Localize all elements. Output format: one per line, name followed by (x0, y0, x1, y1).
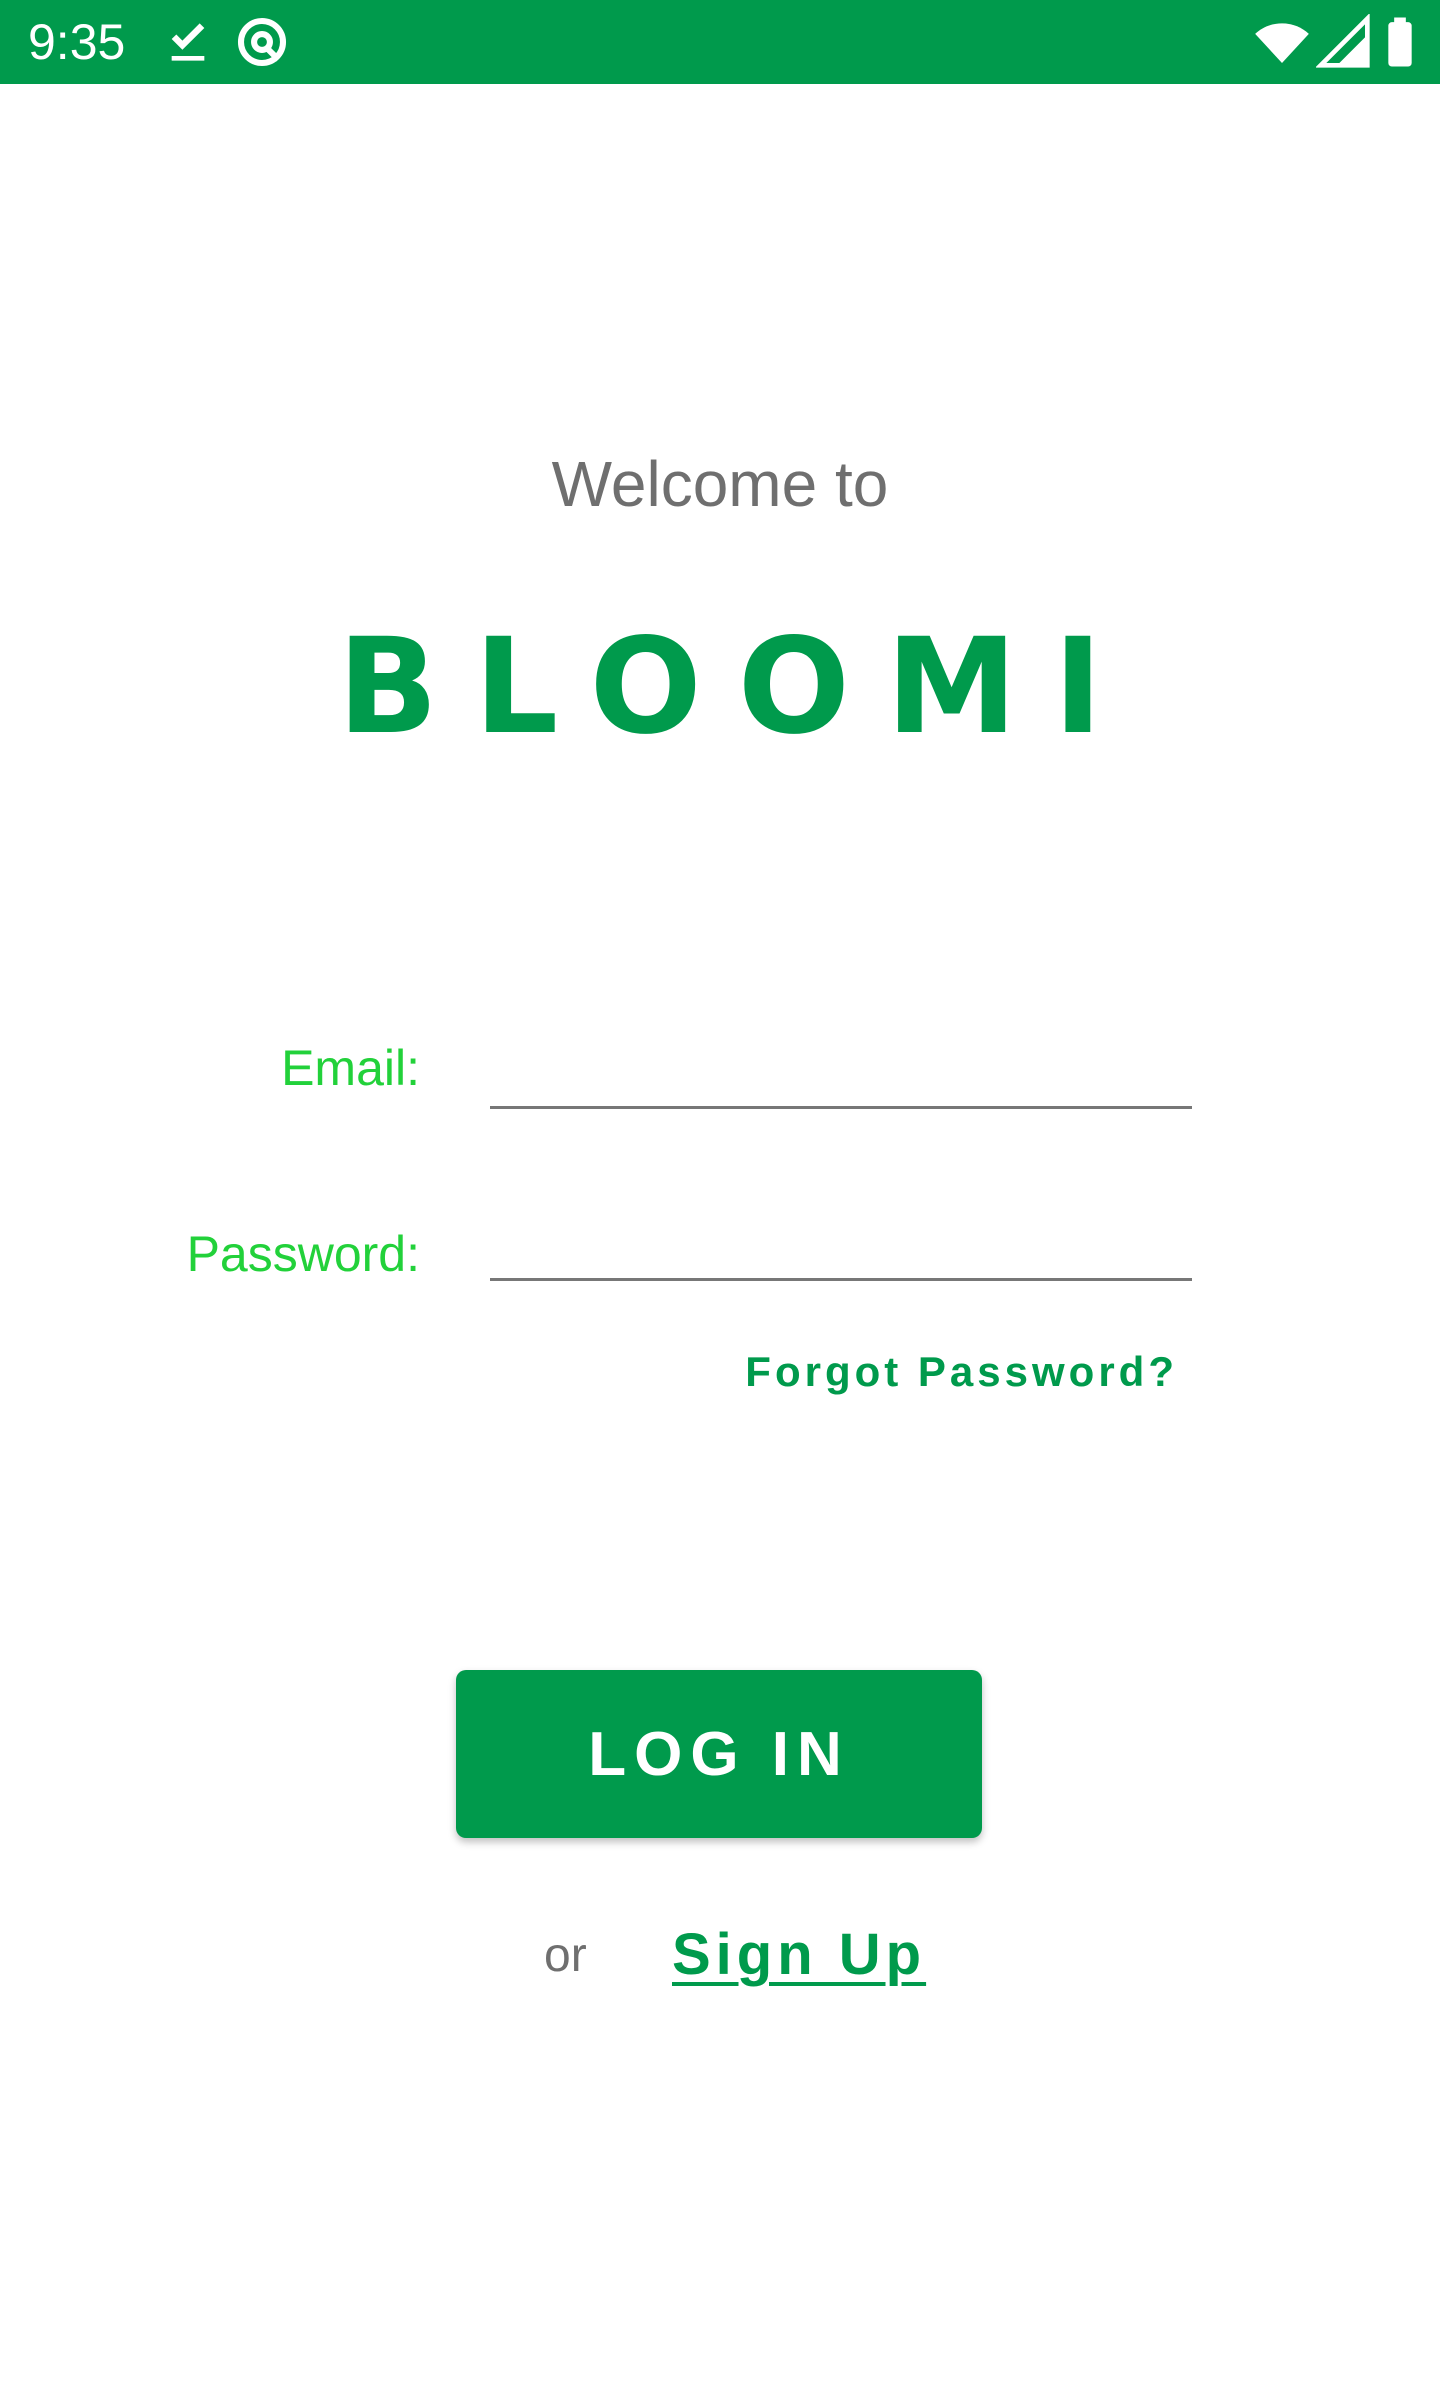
login-screen: 9:35 Welcome to BLOOMI Email: Password: … (0, 0, 1440, 2392)
battery-icon (1372, 14, 1428, 70)
password-label: Password: (186, 1226, 420, 1282)
password-field[interactable] (490, 1218, 1192, 1281)
email-field[interactable] (490, 1046, 1192, 1109)
forgot-password-link[interactable]: Forgot Password? (745, 1346, 1178, 1398)
status-time: 9:35 (28, 14, 126, 70)
login-button[interactable]: LOG IN (456, 1670, 982, 1838)
signup-link[interactable]: Sign Up (672, 1920, 926, 1990)
download-done-icon (160, 14, 216, 70)
brand-logo: BLOOMI (337, 610, 1139, 764)
welcome-text: Welcome to (551, 448, 889, 520)
at-sign-icon (234, 14, 290, 70)
wifi-icon (1254, 14, 1310, 70)
status-bar: 9:35 (0, 0, 1440, 84)
cellular-signal-icon (1316, 14, 1372, 70)
email-label: Email: (281, 1040, 420, 1096)
or-text: or (544, 1929, 587, 1982)
